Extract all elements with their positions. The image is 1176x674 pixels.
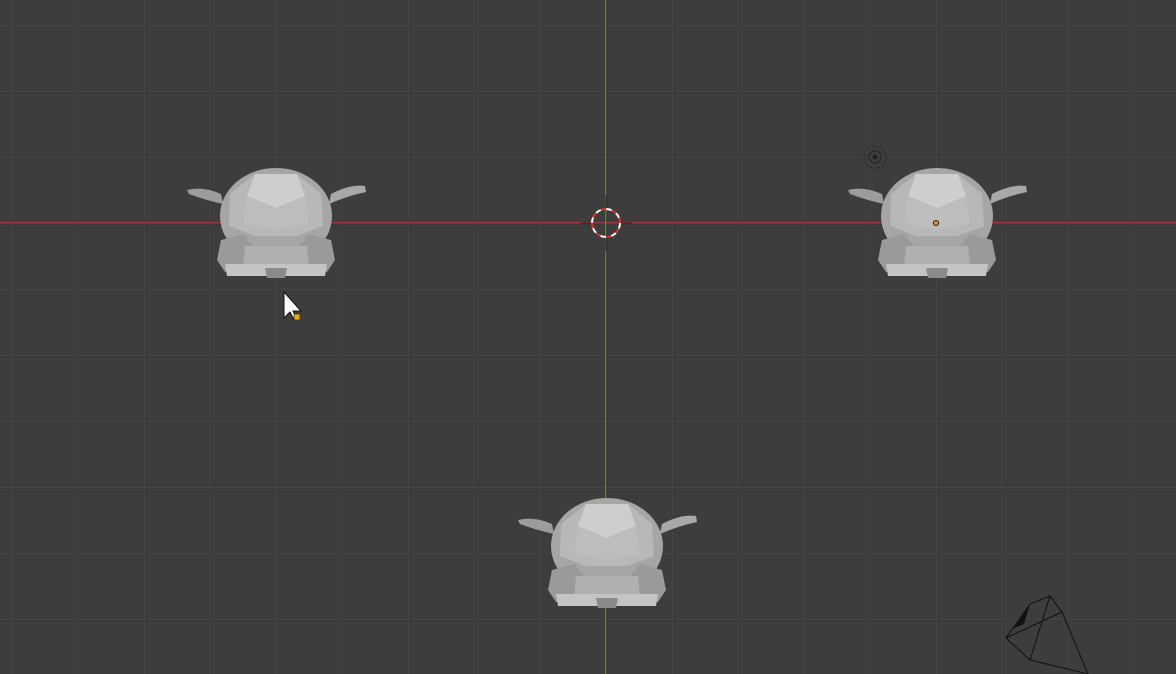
3d-cursor-icon[interactable] — [580, 195, 632, 251]
monkey-mesh-bottom[interactable] — [516, 494, 698, 610]
object-origin-icon — [933, 220, 939, 226]
monkey-mesh-icon — [518, 498, 697, 608]
monkey-mesh-icon — [187, 168, 366, 278]
mouse-pointer-icon — [283, 290, 303, 321]
light-icon[interactable] — [862, 144, 888, 170]
monkey-mesh-left[interactable] — [185, 164, 367, 280]
3d-viewport[interactable] — [0, 0, 1176, 674]
camera-icon[interactable] — [1000, 590, 1100, 674]
